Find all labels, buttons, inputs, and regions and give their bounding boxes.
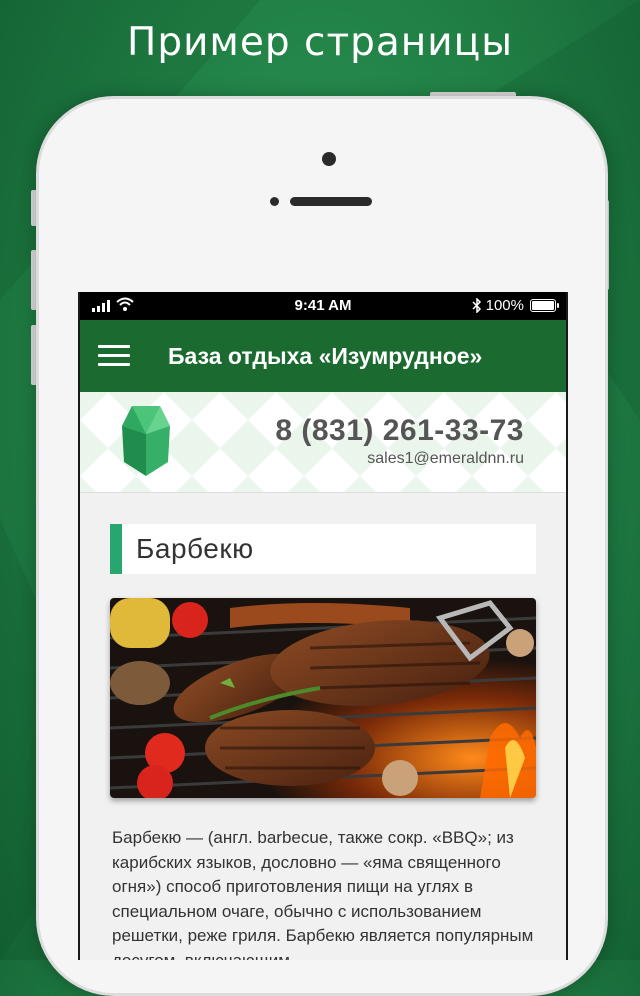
front-camera — [322, 152, 336, 166]
app-bar: База отдыха «Изумрудное» — [80, 320, 566, 392]
emerald-gem-icon[interactable] — [120, 404, 172, 480]
sensor-dot — [270, 197, 279, 206]
status-bar: 9:41 AM 100% — [80, 292, 566, 320]
contact-phone[interactable]: 8 (831) 261-33-73 — [275, 414, 524, 448]
app-title: База отдыха «Изумрудное» — [168, 342, 483, 369]
battery-percent: 100% — [485, 297, 524, 314]
page-heading: Барбекю — [110, 524, 536, 574]
earpiece-speaker — [290, 197, 372, 206]
promo-title: Пример страницы — [127, 20, 513, 65]
contact-email[interactable]: sales1@emeraldnn.ru — [367, 450, 524, 468]
bluetooth-icon — [472, 298, 481, 313]
site-header: 8 (831) 261-33-73 sales1@emeraldnn.ru — [80, 392, 566, 493]
heading-accent-bar — [110, 524, 122, 574]
article-text: Барбекю — (англ. barbecue, также сокр. «… — [112, 828, 534, 960]
hamburger-menu-icon[interactable] — [98, 343, 132, 369]
barbecue-grill-image — [110, 598, 536, 798]
status-right: 100% — [472, 297, 559, 314]
barbecue-photo — [110, 598, 536, 798]
page-title: Барбекю — [136, 533, 254, 564]
battery-icon — [530, 299, 559, 312]
phone-screen: 9:41 AM 100% База отдыха «Изумрудное» 8 … — [78, 292, 568, 960]
